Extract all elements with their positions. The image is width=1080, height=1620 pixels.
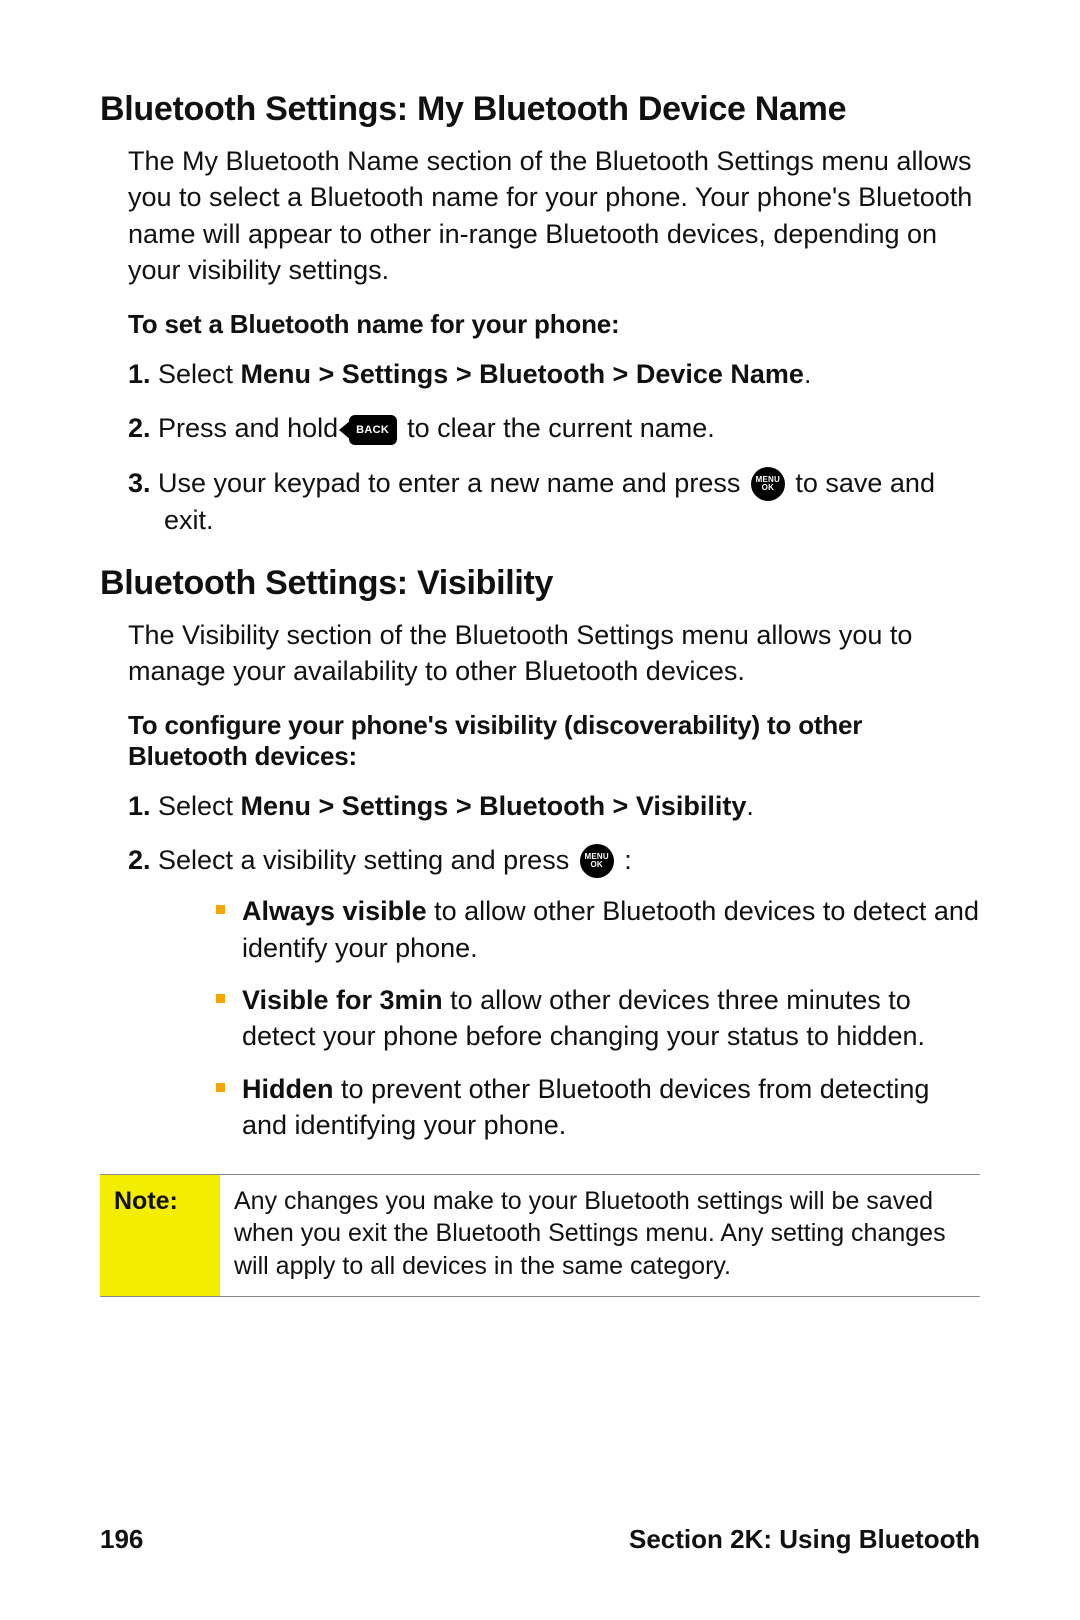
heading-device-name: Bluetooth Settings: My Bluetooth Device … <box>100 90 980 129</box>
step-text-pre: Select <box>158 791 241 821</box>
step-number: 2. <box>128 842 158 878</box>
option-bold: Visible for 3min <box>242 985 443 1015</box>
icon-label: BACK <box>356 423 389 438</box>
step-item: 3.Use your keypad to enter a new name an… <box>128 465 980 538</box>
step-item: 1.Select Menu > Settings > Bluetooth > V… <box>128 788 980 824</box>
section-label: Section 2K: Using Bluetooth <box>629 1524 980 1555</box>
menu-ok-key-icon: MENUOK <box>751 467 785 501</box>
step-number: 2. <box>128 410 158 446</box>
list-item: Visible for 3min to allow other devices … <box>216 982 980 1055</box>
lead-device-name: To set a Bluetooth name for your phone: <box>128 309 980 340</box>
step-number: 1. <box>128 356 158 392</box>
visibility-options: Always visible to allow other Bluetooth … <box>164 893 980 1144</box>
option-rest: to prevent other Bluetooth devices from … <box>242 1074 929 1140</box>
step-text-bold: Menu > Settings > Bluetooth > Device Nam… <box>241 359 804 389</box>
step-text-post: : <box>624 845 632 875</box>
step-text-bold: Menu > Settings > Bluetooth > Visibility <box>241 791 747 821</box>
menu-ok-key-icon: MENUOK <box>580 844 614 878</box>
step-text-pre: Select <box>158 359 241 389</box>
intro-visibility: The Visibility section of the Bluetooth … <box>128 617 980 690</box>
note-text: Any changes you make to your Bluetooth s… <box>220 1174 980 1297</box>
note-box: Note: Any changes you make to your Bluet… <box>100 1174 980 1298</box>
step-number: 1. <box>128 788 158 824</box>
option-bold: Hidden <box>242 1074 334 1104</box>
list-item: Hidden to prevent other Bluetooth device… <box>216 1071 980 1144</box>
step-item: 1.Select Menu > Settings > Bluetooth > D… <box>128 356 980 392</box>
note-label: Note: <box>100 1174 220 1297</box>
step-text-post: to clear the current name. <box>407 413 715 443</box>
step-text-post: . <box>746 791 754 821</box>
icon-label: OK <box>762 484 774 492</box>
page: Bluetooth Settings: My Bluetooth Device … <box>0 0 1080 1620</box>
page-footer: 196 Section 2K: Using Bluetooth <box>100 1524 980 1555</box>
option-bold: Always visible <box>242 896 427 926</box>
steps-visibility: 1.Select Menu > Settings > Bluetooth > V… <box>100 788 980 1144</box>
icon-label: OK <box>591 861 603 869</box>
page-number: 196 <box>100 1524 143 1555</box>
step-item: 2.Select a visibility setting and press … <box>128 842 980 1144</box>
steps-device-name: 1.Select Menu > Settings > Bluetooth > D… <box>100 356 980 538</box>
back-key-icon: BACK <box>349 415 397 445</box>
heading-visibility: Bluetooth Settings: Visibility <box>100 564 980 603</box>
step-text-pre: Use your keypad to enter a new name and … <box>158 468 748 498</box>
step-text-pre: Press and hold <box>158 413 346 443</box>
list-item: Always visible to allow other Bluetooth … <box>216 893 980 966</box>
intro-device-name: The My Bluetooth Name section of the Blu… <box>128 143 980 289</box>
step-text-post: . <box>804 359 812 389</box>
step-number: 3. <box>128 465 158 501</box>
lead-visibility: To configure your phone's visibility (di… <box>128 710 980 772</box>
step-text-pre: Select a visibility setting and press <box>158 845 577 875</box>
step-item: 2.Press and hold BACK to clear the curre… <box>128 410 980 446</box>
